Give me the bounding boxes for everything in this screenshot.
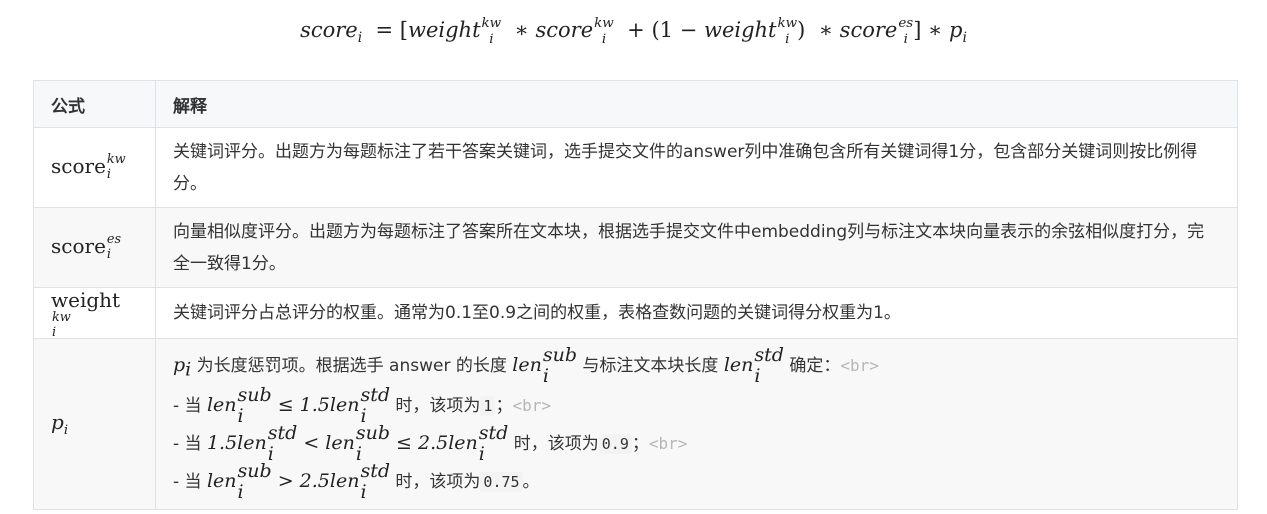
desc-score-es: 向量相似度评分。出题方为每题标注了答案所在文本块，根据选手提交文件中embedd… bbox=[155, 207, 1238, 288]
table-row: score kw i 关键词评分。出题方为每题标注了若干答案关键词，选手提交文件的a… bbox=[33, 127, 1238, 208]
br-tag: <br> bbox=[512, 395, 551, 415]
table-row: score es i 向量相似度评分。出题方为每题标注了答案所在文本块，根据选手提交… bbox=[33, 207, 1238, 288]
penalty-intro: pi 为长度惩罚项。根据选手 answer 的长度 len sub i 与标注文本块… bbox=[173, 344, 879, 388]
formula-explanation-table: 公式 解释 score kw i 关键词评分。出题方为每题标注了若干答案关键词，选手… bbox=[33, 80, 1238, 510]
symbol-score-es: score es i bbox=[33, 207, 156, 288]
symbol-score-kw: score kw i bbox=[33, 127, 156, 208]
br-tag: <br> bbox=[840, 356, 879, 376]
penalty-case-3: - 当 len sub i > 2.5len std i 时，该项为 0.75。 bbox=[173, 459, 540, 503]
table-row: weight kw i 关键词评分占总评分的权重。通常为0.1至0.9之间的权重，表… bbox=[33, 286, 1238, 340]
desc-score-kw: 关键词评分。出题方为每题标注了若干答案关键词，选手提交文件的answer列中准确… bbox=[155, 127, 1238, 208]
header-formula: 公式 bbox=[33, 80, 156, 128]
table-row: pi pi 为长度惩罚项。根据选手 answer 的长度 len sub i 与标注… bbox=[33, 338, 1238, 510]
table-header-row: 公式 解释 bbox=[33, 80, 1238, 128]
symbol-weight-kw: weight kw i bbox=[33, 286, 156, 340]
symbol-p: pi bbox=[33, 338, 156, 510]
desc-p: pi 为长度惩罚项。根据选手 answer 的长度 len sub i 与标注文本块… bbox=[155, 338, 1238, 510]
penalty-case-1: - 当 len sub i ≤ 1.5len std i 时，该项为 1 ；<br> bbox=[173, 383, 551, 427]
score-formula: scorei = [weight kw i ∗ score kw i + (1 − we… bbox=[300, 16, 967, 47]
header-explanation: 解释 bbox=[155, 80, 1238, 128]
penalty-case-2: - 当 1.5len std i < len sub i ≤ 2.5len std i 时，… bbox=[173, 421, 688, 465]
br-tag: <br> bbox=[648, 433, 688, 453]
desc-weight-kw: 关键词评分占总评分的权重。通常为0.1至0.9之间的权重，表格查数问题的关键词得… bbox=[155, 286, 1238, 340]
